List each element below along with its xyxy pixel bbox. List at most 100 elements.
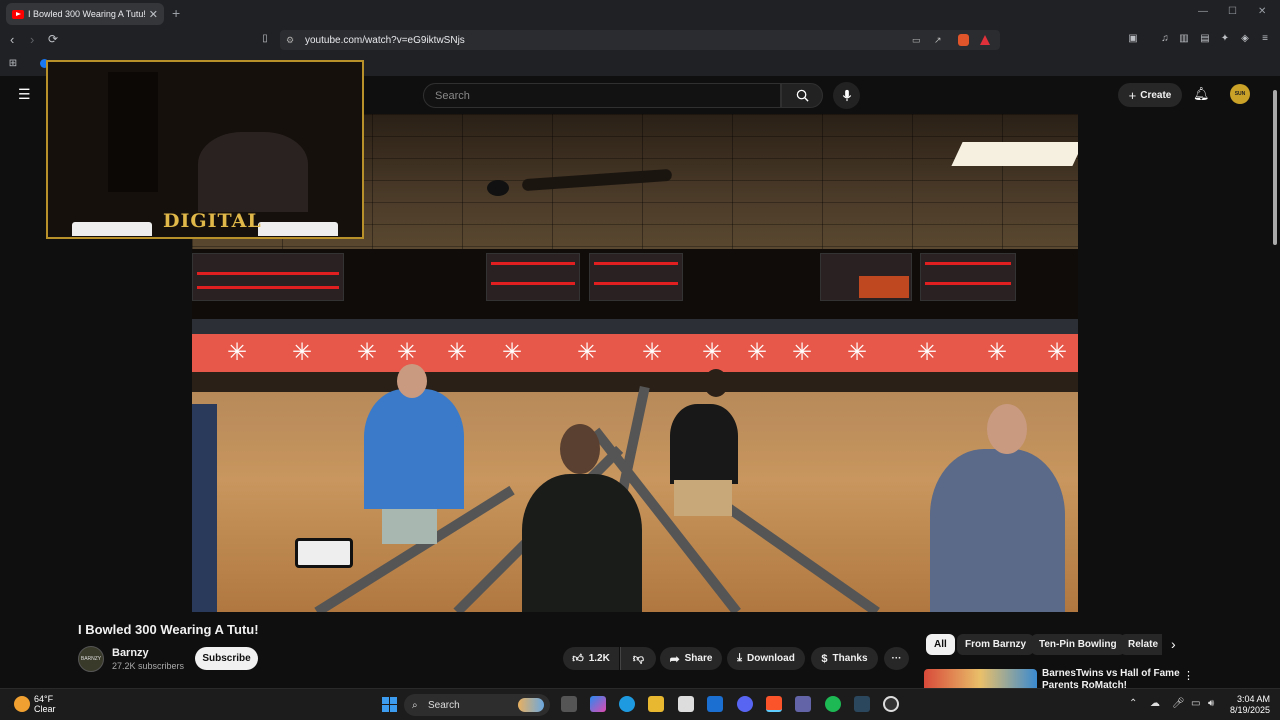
microphone-icon — [842, 89, 851, 102]
share-label: Share — [684, 653, 713, 664]
back-icon[interactable]: ‹ — [10, 32, 14, 47]
browser-toolbar: ‹ › ⟳ ▯ ⚙ youtube.com/watch?v=eG9iktwSNj… — [0, 28, 1280, 52]
forward-icon[interactable]: › — [30, 32, 34, 47]
weather-condition: Clear — [34, 704, 56, 714]
taskbar-search[interactable]: ⌕ Search — [404, 694, 550, 716]
discord-icon[interactable] — [737, 696, 753, 712]
mic-tray-icon[interactable]: 🎤︎ — [1172, 698, 1185, 709]
tab-close-icon[interactable]: ✕ — [149, 8, 158, 21]
create-button[interactable]: + Create — [1118, 83, 1182, 107]
reload-icon[interactable]: ⟳ — [48, 32, 58, 46]
related-more-icon[interactable]: ⋮ — [1183, 669, 1194, 682]
minimize-button[interactable]: — — [1198, 6, 1208, 17]
user-avatar[interactable]: SUN — [1230, 84, 1250, 104]
chip-all[interactable]: All — [926, 634, 955, 655]
bookmark-icon[interactable]: ▯ — [259, 33, 271, 45]
edge-icon[interactable] — [619, 696, 635, 712]
chips-next-icon[interactable]: › — [1171, 636, 1176, 652]
brave-taskbar-icon[interactable] — [766, 696, 782, 712]
wallet-icon[interactable]: ▤ — [1199, 33, 1211, 45]
video-frame-star-banner: ✳ ✳ ✳ ✳ ✳ ✳ ✳ ✳ ✳ ✳ ✳ ✳ ✳ ✳ ✳ — [192, 334, 1078, 372]
taskbar-search-icon: ⌕ — [412, 699, 418, 711]
task-view-icon[interactable] — [561, 696, 577, 712]
tray-overflow-icon[interactable]: ⌃ — [1129, 698, 1137, 709]
reader-icon[interactable]: ▥ — [1178, 33, 1190, 45]
thanks-button[interactable]: $ Thanks — [811, 647, 878, 670]
taskbar-search-label: Search — [428, 699, 460, 711]
clock-time: 3:04 AM — [1236, 694, 1270, 704]
cast-icon[interactable]: ▭ — [912, 35, 921, 46]
tab-title: I Bowled 300 Wearing A Tutu! — [28, 9, 145, 19]
share-arrow-icon: ➦ — [669, 651, 680, 666]
like-count: 1.2K — [588, 653, 610, 664]
maximize-button[interactable]: ☐ — [1228, 6, 1237, 17]
page-scrollbar[interactable] — [1270, 76, 1280, 688]
system-clock[interactable]: 3:04 AM 8/19/2025 — [1226, 694, 1270, 716]
more-actions-button[interactable]: ··· — [884, 647, 909, 670]
channel-name[interactable]: Barnzy — [112, 647, 149, 659]
new-tab-button[interactable]: + — [172, 5, 180, 21]
scrollbar-thumb[interactable] — [1273, 90, 1277, 245]
browser-tab[interactable]: I Bowled 300 Wearing A Tutu! ✕ — [6, 3, 164, 25]
start-button[interactable] — [382, 697, 397, 712]
share-page-icon[interactable]: ↗ — [934, 35, 942, 46]
copilot-icon[interactable] — [590, 696, 606, 712]
chip-from-barnzy[interactable]: From Barnzy — [957, 634, 1035, 655]
dislike-button[interactable]: 👎︎ — [620, 647, 656, 670]
search-highlight-icon — [518, 698, 544, 712]
download-icon: ⤓ — [737, 652, 743, 664]
apps-grid-icon[interactable]: ⊞ — [7, 58, 19, 70]
brave-shields-icon[interactable] — [958, 34, 969, 46]
search-button[interactable] — [781, 83, 823, 108]
hamburger-menu-icon[interactable]: ☰ — [18, 86, 31, 103]
leo-ai-icon[interactable]: ✦ — [1219, 33, 1231, 45]
windows-taskbar: 64°F Clear ⌕ Search ⌃ ☁ 🎤︎ ▭ 🔊︎ 3:04 AM … — [0, 688, 1280, 720]
address-bar[interactable]: ⚙ youtube.com/watch?v=eG9iktwSNjs ▭ ↗ — [280, 30, 1000, 50]
share-button[interactable]: ➦ Share — [660, 647, 722, 670]
plus-icon: + — [1128, 87, 1137, 103]
video-title: I Bowled 300 Wearing A Tutu! — [78, 622, 259, 637]
video-frame-scoreboards — [192, 249, 1078, 319]
thumbs-up-icon: 👍︎ — [572, 653, 584, 665]
chip-related[interactable]: Relate — [1120, 634, 1162, 655]
site-info-icon[interactable]: ⚙ — [286, 35, 294, 46]
brave-rewards-icon[interactable] — [980, 35, 990, 45]
voice-search-button[interactable] — [833, 82, 860, 109]
browser-tab-bar: I Bowled 300 Wearing A Tutu! ✕ + — ☐ ✕ — [0, 0, 1280, 28]
file-explorer-icon[interactable] — [648, 696, 664, 712]
related-video-title[interactable]: BarnesTwins vs Hall of Fame Parents RoMa… — [1042, 668, 1182, 688]
media-icon[interactable]: ♫ — [1159, 33, 1171, 45]
search-input[interactable]: Search — [423, 83, 781, 108]
digital-logo: DIGITAL — [163, 210, 262, 232]
thumbs-down-icon: 👎︎ — [632, 653, 645, 665]
sidebar-icon[interactable]: ▣ — [1127, 33, 1139, 45]
webcam-overlay: DIGITAL — [46, 60, 364, 239]
teams-icon[interactable] — [795, 696, 811, 712]
weather-icon[interactable] — [14, 696, 30, 712]
like-button[interactable]: 👍︎ 1.2K — [563, 647, 619, 670]
youtube-favicon-icon — [12, 9, 24, 19]
outlook-icon[interactable] — [707, 696, 723, 712]
network-icon[interactable]: ▭ — [1191, 698, 1200, 709]
volume-icon[interactable]: 🔊︎ — [1208, 698, 1214, 709]
notifications-bell-icon[interactable]: 🔔︎ — [1193, 86, 1210, 102]
menu-icon[interactable]: ≡ — [1259, 33, 1271, 45]
related-video-thumbnail[interactable] — [924, 669, 1037, 689]
store-icon[interactable] — [678, 696, 694, 712]
steam-icon[interactable] — [854, 696, 870, 712]
onedrive-icon[interactable]: ☁ — [1150, 698, 1160, 709]
weather-widget[interactable]: 64°F Clear — [34, 694, 56, 714]
download-label: Download — [747, 653, 795, 664]
channel-avatar[interactable]: BARNZY — [78, 646, 104, 672]
subscriber-count: 27.2K subscribers — [112, 661, 185, 671]
obs-icon[interactable] — [883, 696, 899, 712]
download-button[interactable]: ⤓ Download — [727, 647, 805, 670]
spotify-icon[interactable] — [825, 696, 841, 712]
thanks-label: Thanks — [832, 653, 868, 664]
vpn-icon[interactable]: ◈ — [1239, 33, 1251, 45]
chip-ten-pin-bowling[interactable]: Ten-Pin Bowling — [1031, 634, 1125, 655]
url-text: youtube.com/watch?v=eG9iktwSNjs — [305, 34, 465, 46]
bowler-figure — [364, 389, 464, 509]
window-close-button[interactable]: ✕ — [1258, 6, 1266, 17]
subscribe-button[interactable]: Subscribe — [195, 647, 258, 670]
